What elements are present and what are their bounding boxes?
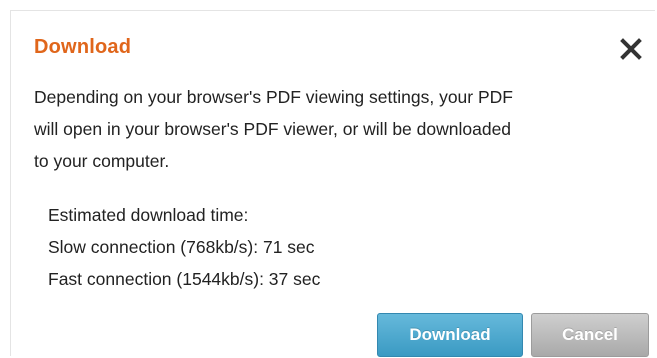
download-time-estimates: Estimated download time: Slow connection… [48,199,320,295]
download-dialog: Download Depending on your browser's PDF… [10,10,655,357]
close-icon[interactable] [620,38,642,60]
slow-connection-estimate: Slow connection (768kb/s): 71 sec [48,237,315,257]
download-button[interactable]: Download [377,313,523,357]
message-line-2: will open in your browser's PDF viewer, … [34,119,512,139]
message-line-3: to your computer. [34,151,170,171]
message-line-1: Depending on your browser's PDF viewing … [34,87,513,107]
dialog-title: Download [34,36,132,58]
cancel-button[interactable]: Cancel [531,313,649,357]
dialog-message: Depending on your browser's PDF viewing … [34,81,634,177]
estimate-heading: Estimated download time: [48,205,249,225]
fast-connection-estimate: Fast connection (1544kb/s): 37 sec [48,269,321,289]
